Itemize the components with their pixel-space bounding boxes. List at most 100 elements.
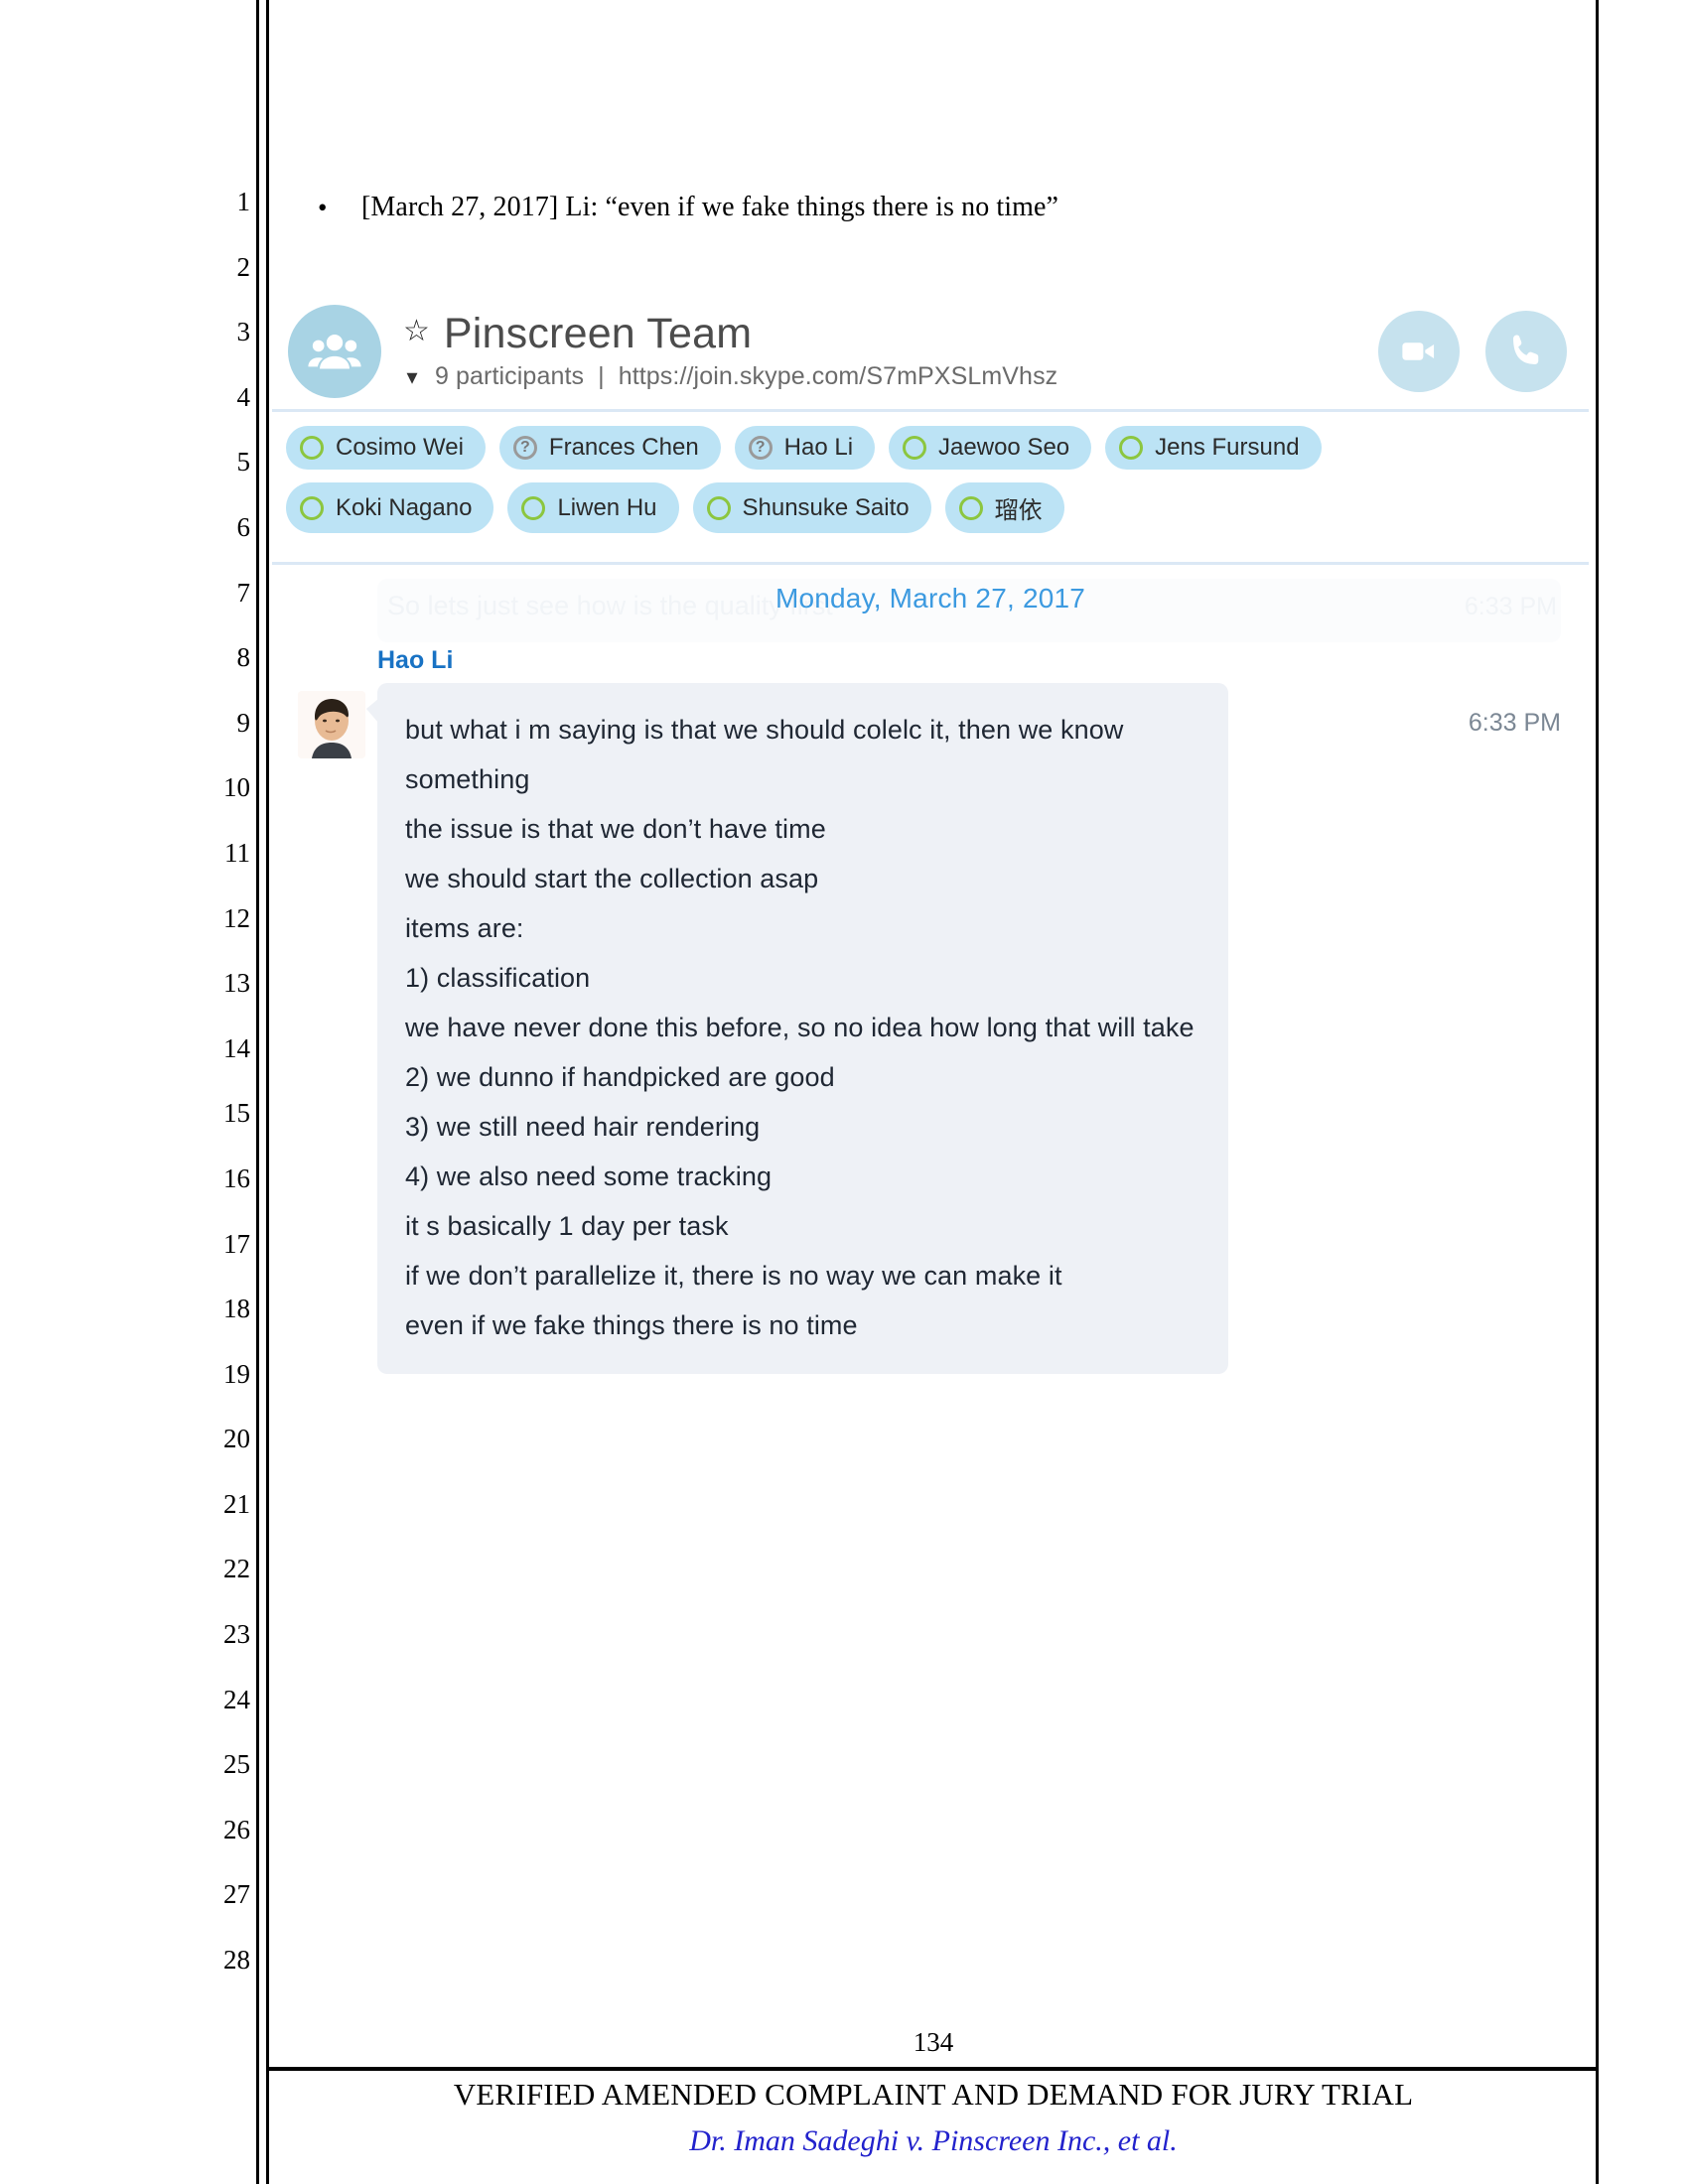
pleading-rule-right — [1596, 0, 1599, 2184]
message-line: even if we fake things there is no time — [405, 1310, 858, 1340]
presence-unknown-icon: ? — [748, 436, 773, 460]
presence-online-icon — [903, 436, 927, 460]
bullet-paragraph-text: [March 27, 2017] Li: “even if we fake th… — [361, 192, 1059, 222]
subtitle-separator: | — [598, 362, 605, 391]
participant-name: Koki Nagano — [336, 493, 473, 521]
skype-title-row: ☆ Pinscreen Team — [403, 309, 1378, 357]
message-line: if we don’t parallelize it, there is no … — [405, 1261, 1062, 1291]
participant-chip[interactable]: 瑠依 — [944, 482, 1064, 533]
message-line: we have never done this before, so no id… — [405, 1013, 1195, 1042]
participant-chip[interactable]: Koki Nagano — [286, 482, 494, 533]
presence-unknown-icon: ? — [512, 436, 537, 460]
message-line: but what i m saying is that we should co… — [405, 715, 1124, 745]
pleading-rule-inner — [266, 0, 269, 2184]
line-number: 21 — [223, 1488, 250, 1519]
presence-online-icon — [1119, 436, 1144, 460]
participants-count: 9 participants — [435, 362, 585, 391]
participant-name: Liwen Hu — [557, 493, 657, 521]
message-line: 4) we also need some tracking — [405, 1161, 773, 1191]
participant-name: Hao Li — [783, 434, 854, 461]
pleading-rule-outer — [256, 0, 259, 2184]
participant-name: Frances Chen — [548, 434, 699, 461]
message-line: 2) we dunno if handpicked are good — [405, 1062, 835, 1092]
message-line: items are: — [405, 913, 524, 943]
line-number: 26 — [223, 1814, 250, 1844]
conversation-title: Pinscreen Team — [443, 309, 753, 357]
page-number: 134 — [913, 2027, 954, 2057]
bullet-marker: • — [318, 193, 328, 222]
message-line: 3) we still need hair rendering — [405, 1112, 761, 1142]
date-divider: Monday, March 27, 2017 — [270, 565, 1591, 620]
line-number: 22 — [223, 1554, 250, 1584]
message-timestamp: 6:33 PM — [1468, 709, 1561, 737]
line-number-column: 1 2 3 4 5 6 7 8 9 10 11 12 13 14 15 16 17 18 19 20 21 22 23 24 2… — [199, 187, 250, 2010]
line-number: 17 — [223, 1228, 250, 1259]
line-number: 2 — [236, 251, 251, 282]
line-number: 20 — [223, 1424, 250, 1454]
people-group-icon — [288, 305, 381, 398]
message-row: but what i m saying is that we should co… — [270, 683, 1591, 1374]
footer-title: VERIFIED AMENDED COMPLAINT AND DEMAND FO… — [453, 2077, 1414, 2112]
participant-name: Shunsuke Saito — [742, 493, 910, 521]
skype-screenshot: ☆ Pinscreen Team ▾ 9 participants | http… — [270, 298, 1591, 1408]
line-number: 4 — [236, 381, 251, 412]
participant-chip-row: Cosimo Wei? Frances Chen? Hao Li Jaewoo Seo… — [286, 426, 1575, 470]
date-divider-label: Monday, March 27, 2017 — [774, 583, 1086, 614]
skype-call-actions — [1378, 311, 1567, 392]
phone-icon[interactable] — [1485, 311, 1567, 392]
line-number: 24 — [223, 1684, 250, 1714]
participant-chip[interactable]: ? Hao Li — [734, 426, 876, 470]
skype-subtitle-row: ▾ 9 participants | https://join.skype.co… — [403, 362, 1378, 391]
message-line: it s basically 1 day per task — [405, 1211, 729, 1241]
line-number: 11 — [224, 837, 250, 868]
participant-name: Jens Fursund — [1155, 434, 1300, 461]
message-line: we should start the collection asap — [405, 864, 819, 893]
message-line: the issue is that we don’t have time — [405, 814, 826, 844]
line-number: 9 — [236, 707, 251, 738]
participant-name: Jaewoo Seo — [938, 434, 1070, 461]
participant-name: Cosimo Wei — [336, 434, 464, 461]
star-icon[interactable]: ☆ — [403, 317, 430, 346]
presence-online-icon — [300, 436, 324, 460]
line-number: 10 — [223, 772, 250, 803]
participant-chip-row: Koki Nagano Liwen Hu Shunsuke Saito 瑠依 — [286, 482, 1575, 533]
bullet-paragraph: • [March 27, 2017] Li: “even if we fake … — [318, 191, 1539, 224]
participant-chip[interactable]: ? Frances Chen — [498, 426, 721, 470]
line-number: 8 — [236, 642, 251, 673]
join-link[interactable]: https://join.skype.com/S7mPXSLmVhsz — [619, 362, 1058, 391]
skype-header-text: ☆ Pinscreen Team ▾ 9 participants | http… — [403, 309, 1378, 391]
line-number: 1 — [236, 187, 251, 216]
skype-conversation-header: ☆ Pinscreen Team ▾ 9 participants | http… — [270, 298, 1591, 409]
line-number: 13 — [223, 968, 250, 999]
line-number: 18 — [223, 1294, 250, 1324]
line-number: 15 — [223, 1098, 250, 1129]
line-number: 25 — [223, 1749, 250, 1780]
presence-online-icon — [300, 495, 324, 520]
message-line: something — [405, 764, 530, 794]
line-number: 7 — [236, 577, 251, 608]
line-number: 23 — [223, 1619, 250, 1650]
message-line: 1) classification — [405, 963, 591, 993]
message-bubble: but what i m saying is that we should co… — [366, 683, 1228, 1374]
pleading-page: 1 2 3 4 5 6 7 8 9 10 11 12 13 14 15 16 17 18 19 20 21 22 23 24 2… — [0, 0, 1688, 2184]
participant-chip[interactable]: Liwen Hu — [507, 482, 679, 533]
presence-online-icon — [706, 495, 731, 520]
participant-chip-list: Cosimo Wei? Frances Chen? Hao Li Jaewoo Seo… — [270, 412, 1591, 562]
presence-online-icon — [958, 495, 983, 520]
line-number: 5 — [236, 447, 251, 478]
participant-chip[interactable]: Jens Fursund — [1105, 426, 1322, 470]
participant-chip[interactable]: Jaewoo Seo — [889, 426, 1092, 470]
chevron-down-icon[interactable]: ▾ — [403, 365, 421, 388]
presence-online-icon — [521, 495, 546, 520]
line-number: 28 — [223, 1945, 250, 1976]
line-number: 12 — [223, 902, 250, 933]
line-number: 27 — [223, 1879, 250, 1910]
line-number: 16 — [223, 1162, 250, 1193]
participant-chip[interactable]: Shunsuke Saito — [692, 482, 931, 533]
footer-rule — [268, 2067, 1599, 2071]
line-number: 3 — [236, 317, 251, 347]
user-photo-avatar — [298, 691, 365, 758]
line-number: 19 — [223, 1358, 250, 1389]
video-camera-icon[interactable] — [1378, 311, 1460, 392]
participant-chip[interactable]: Cosimo Wei — [286, 426, 486, 470]
